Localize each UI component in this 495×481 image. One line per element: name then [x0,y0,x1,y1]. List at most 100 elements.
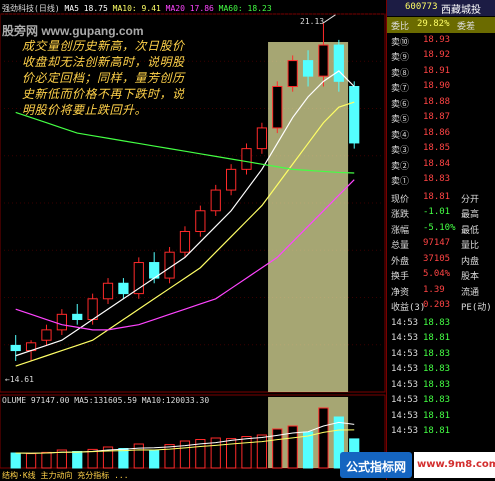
sell-level-label: 卖④ [391,130,410,141]
tick-time: 14:53 [391,379,419,390]
low-price-label: ←14.61 [5,375,34,384]
stat-label-2: 最高 [461,210,480,220]
bottom-indicator-bar: 结构·K线 主力动向 充分指标 ... [2,470,129,481]
stat-label-2: 分开 [461,194,480,205]
tick-time: 14:53 [391,333,419,343]
sell-row: 卖④ 18.86 [387,126,495,142]
tick-time: 14:53 [391,317,419,328]
stat-row: 现价 18.81 分开 [387,190,495,206]
candle-body [10,344,21,352]
tick-row: 14:53 18.83 [387,316,495,332]
tick-row: 14:53 18.81 [387,424,495,440]
candle-body [87,298,98,321]
candle-body [102,282,114,300]
tick-price: 18.83 [423,395,451,405]
header-bar: 强劲科技(日线) MA5 18.75 MA10: 9.41 MA20 17.86… [2,3,272,14]
stat-row: 净资 1.39 流通 [387,283,495,299]
tick-time: 14:53 [391,410,419,421]
volume-bar [318,407,329,469]
tick-row: 14:53 18.83 [387,378,495,394]
sell-row: 卖⑥ 18.88 [387,95,495,111]
peak-marker [323,14,336,24]
stat-label: 涨幅 [391,225,410,236]
tick-time: 14:53 [391,426,419,436]
candle-body [226,168,237,191]
ad-box-left: 公式指标网 [340,452,412,478]
sell-level-price: 18.85 [423,143,451,153]
candle-body [118,282,129,295]
stat-value: 18.81 [423,191,451,202]
candle-body [272,85,283,129]
candle-body [210,189,221,212]
diff-label: 委差 [457,22,476,32]
panel-title: 600773 西藏城投 [387,0,495,16]
candle-body [318,44,329,77]
vol-ma10-label: MA10:120033.30 [141,396,210,405]
tick-time: 14:53 [391,364,419,374]
candle-body [333,44,344,82]
sell-level-price: 18.93 [423,34,451,45]
ratio-label: 委比 [391,22,410,32]
stat-label: 收益(3) [391,303,426,313]
ratio-row: 委比 29.82% 委差 [387,17,495,33]
sell-row: 卖⑦ 18.90 [387,79,495,95]
sell-level-price: 18.88 [423,96,451,107]
volume-bar [118,448,129,469]
volume-bar [10,452,21,469]
stat-label: 涨跌 [391,210,410,220]
tick-row: 14:53 18.83 [387,393,495,409]
sell-row: 卖⑤ 18.87 [387,110,495,126]
ma5-label: MA5 18.75 [64,4,108,13]
stock-chart-screen: 200001500010000 强劲科技(日线) MA5 18.75 MA10:… [0,0,495,480]
ratio-value: 29.82% [417,19,450,29]
stat-label-2: PE(动) [461,303,492,313]
vol-ma5-label: MA5:131605.59 [74,396,137,405]
volume-bar [226,438,237,469]
stat-value: 97147 [423,238,451,248]
tick-row: 14:53 18.81 [387,409,495,425]
sell-level-label: 卖⑧ [391,68,410,79]
tick-row: 14:53 18.81 [387,331,495,347]
ad-banner: 公式指标网 www.9m8.com [340,452,495,480]
stat-row: 换手 5.04% 股本 [387,267,495,283]
ma60-label: MA60: 18.23 [218,4,272,13]
stat-label: 净资 [391,287,410,298]
ma10-label: MA10: 9.41 [112,4,161,13]
stat-row: 涨跌 -1.01 最高 [387,205,495,221]
quote-panel: 600773 西藏城投 委比 29.82% 委差 卖⑩ 18.93 卖⑨ 18.92 卖⑧ 18… [386,0,495,480]
sell-level-price: 18.87 [423,112,451,122]
volume-bar [241,436,252,469]
candle-body [195,210,206,232]
sell-row: 卖③ 18.85 [387,141,495,157]
volume-bar [256,434,268,469]
candle-body [179,230,191,253]
volume-header: OLUME 97147.00 MA5:131605.59 MA10:120033… [2,396,209,405]
sell-level-label: 卖⑦ [391,84,410,94]
peak-price-label: 21.13 [300,17,325,26]
tick-price: 18.83 [423,348,451,359]
stat-label-2: 流通 [461,287,480,298]
candle-body [349,85,360,144]
stat-label: 总量 [391,241,410,251]
watermark-top: 股旁网 www.gupang.com [2,24,144,38]
volume-bar [41,451,52,469]
stat-row: 收益(3) 0.203 PE(动) [387,298,495,314]
sell-row: 卖⑩ 18.93 [387,33,495,49]
tick-price: 18.83 [423,364,451,374]
candle-body [72,313,83,321]
bottom-text: 结构·K线 主力动向 充分指标 ... [2,471,129,480]
sell-row: 卖⑧ 18.91 [387,64,495,80]
stat-value: 5.04% [423,269,451,279]
tick-time: 14:53 [391,348,419,359]
sell-row: 卖① 18.83 [387,172,495,188]
sell-level-price: 18.86 [423,127,451,138]
stock-title: 强劲科技(日线) [2,4,60,13]
sell-level-price: 18.83 [423,174,451,184]
stat-value: 1.39 [423,284,445,295]
tick-price: 18.83 [423,317,451,328]
sell-row: 卖② 18.84 [387,157,495,173]
stock-name: 西藏城投 [441,5,481,16]
stat-value: 37105 [423,253,451,264]
sell-level-price: 18.92 [423,50,451,60]
stat-label: 换手 [391,272,410,282]
